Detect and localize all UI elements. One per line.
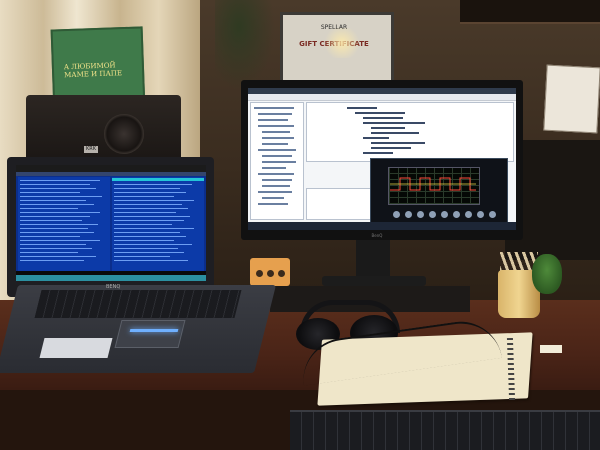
speaker-woofer [104, 114, 144, 154]
desktop-keyboard [290, 410, 600, 450]
workstation-photo: A ЛЮБИМОЙ МАМЕ И ПАПЕ SPELLAR GIFT CERTI… [0, 0, 600, 450]
file-manager-tabs [16, 172, 206, 176]
laptop-led-strip [129, 329, 179, 332]
file-manager-right-pane [112, 177, 204, 271]
speaker-badge: KRK [84, 146, 98, 153]
file-manager-left-pane [18, 177, 110, 271]
laptop-logo: BENQ [106, 284, 121, 290]
ide-output-panel [306, 188, 374, 220]
frog-figurine [532, 254, 562, 294]
file-manager-function-keys [16, 275, 206, 281]
hanging-plant [215, 0, 275, 90]
ide-code-editor [306, 102, 514, 162]
laptop-sticker [39, 338, 113, 358]
eraser [540, 345, 562, 353]
monitor-logo: BenQ [371, 233, 383, 238]
wall-shelf [460, 0, 600, 24]
oscilloscope-trace [390, 177, 476, 191]
desk-calendar [543, 64, 600, 134]
ide-project-tree [250, 102, 304, 220]
windows-taskbar [248, 222, 516, 230]
file-manager-menubar [16, 165, 206, 172]
monitor-stand [356, 240, 390, 280]
laptop-screen [16, 165, 206, 281]
postcard-text: A ЛЮБИМОЙ МАМЕ И ПАПЕ [63, 61, 123, 80]
monitor-base [322, 276, 426, 286]
monitor-screen [248, 88, 516, 230]
audio-interface [250, 258, 290, 286]
laptop-touchpad [114, 320, 186, 348]
ide-menubar [248, 94, 516, 101]
lamp-glow [322, 28, 362, 58]
laptop-keyboard [34, 290, 242, 318]
